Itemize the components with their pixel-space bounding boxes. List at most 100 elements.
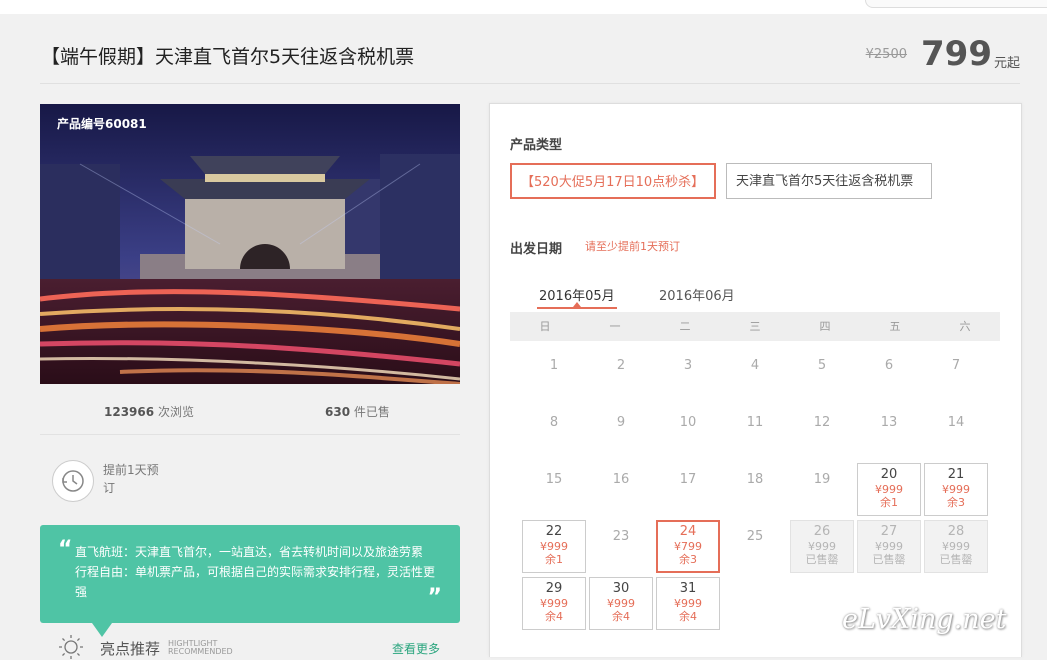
calendar-day: 12 bbox=[790, 406, 854, 459]
calendar-day: 25 bbox=[723, 520, 787, 573]
day-price: ¥999 bbox=[540, 540, 568, 553]
calendar-day[interactable]: 20 ¥999 余1 bbox=[857, 463, 921, 516]
quote-close-icon: ” bbox=[427, 585, 442, 610]
day-remaining: 余3 bbox=[947, 496, 965, 509]
see-more-link[interactable]: 查看更多 bbox=[392, 640, 440, 657]
day-number: 3 bbox=[683, 358, 693, 373]
weekday-wed: 三 bbox=[749, 320, 761, 333]
calendar-day: 8 bbox=[522, 406, 586, 459]
top-strip bbox=[0, 0, 1047, 14]
day-price: ¥999 bbox=[875, 483, 903, 496]
departure-date-label: 出发日期 bbox=[510, 242, 563, 257]
day-number: 20 bbox=[880, 467, 898, 482]
product-photo: 产品编号60081 bbox=[40, 104, 460, 384]
page-title: 【端午假期】天津直飞首尔5天往返含税机票 bbox=[41, 46, 415, 68]
divider bbox=[40, 434, 460, 435]
day-number: 2 bbox=[616, 358, 626, 373]
day-remaining: 余3 bbox=[679, 553, 697, 566]
day-price: ¥999 bbox=[674, 597, 702, 610]
search-pill[interactable] bbox=[865, 0, 1047, 8]
day-number: 29 bbox=[545, 581, 563, 596]
site-watermark: eLvXing.net bbox=[842, 604, 1007, 635]
day-number: 5 bbox=[817, 358, 827, 373]
day-remaining: 余4 bbox=[545, 610, 563, 623]
day-number: 14 bbox=[947, 415, 965, 430]
month-tab-june[interactable]: 2016年06月 bbox=[659, 285, 735, 304]
calendar-day: 3 bbox=[656, 349, 720, 402]
day-number: 9 bbox=[616, 415, 626, 430]
day-number: 1 bbox=[549, 358, 559, 373]
calendar-day[interactable]: 30 ¥999 余4 bbox=[589, 577, 653, 630]
day-remaining: 余4 bbox=[679, 610, 697, 623]
current-price: 799 bbox=[921, 34, 992, 74]
day-price: ¥999 bbox=[808, 540, 836, 553]
calendar-day: 15 bbox=[522, 463, 586, 516]
original-price: ¥2500 bbox=[865, 46, 907, 62]
day-price: ¥999 bbox=[540, 597, 568, 610]
calendar-day: 16 bbox=[589, 463, 653, 516]
calendar-day: 4 bbox=[723, 349, 787, 402]
day-number: 28 bbox=[947, 524, 965, 539]
day-number: 23 bbox=[612, 529, 630, 544]
day-number: 16 bbox=[612, 472, 630, 487]
weekday-sat: 六 bbox=[959, 320, 971, 333]
product-id: 产品编号60081 bbox=[57, 117, 147, 131]
calendar-day[interactable]: 24 ¥799 余3 bbox=[656, 520, 720, 573]
day-price: ¥999 bbox=[942, 540, 970, 553]
day-number: 7 bbox=[951, 358, 961, 373]
day-number: 8 bbox=[549, 415, 559, 430]
day-number: 15 bbox=[545, 472, 563, 487]
feature-note: “ 直飞航班：天津直飞首尔，一站直达，省去转机时间以及旅途劳累 行程自由：单机票… bbox=[40, 525, 460, 637]
weekday-header: 日 一 二 三 四 五 六 bbox=[510, 312, 1000, 341]
day-remaining: 已售罄 bbox=[805, 553, 839, 566]
calendar-day: 17 bbox=[656, 463, 720, 516]
weekday-mon: 一 bbox=[609, 320, 621, 333]
day-price: ¥999 bbox=[875, 540, 903, 553]
day-number: 26 bbox=[813, 524, 831, 539]
day-number: 31 bbox=[679, 581, 697, 596]
day-number: 30 bbox=[612, 581, 630, 596]
day-number: 21 bbox=[947, 467, 965, 482]
day-number: 10 bbox=[679, 415, 697, 430]
calendar-day[interactable]: 21 ¥999 余3 bbox=[924, 463, 988, 516]
product-type-label: 产品类型 bbox=[510, 138, 563, 153]
calendar-day: 19 bbox=[790, 463, 854, 516]
calendar-day: 13 bbox=[857, 406, 921, 459]
feature-text: 直飞航班：天津直飞首尔，一站直达，省去转机时间以及旅途劳累 行程自由：单机票产品… bbox=[75, 545, 436, 599]
calendar-day[interactable]: 29 ¥999 余4 bbox=[522, 577, 586, 630]
calendar-day: 7 bbox=[924, 349, 988, 402]
calendar-day: 5 bbox=[790, 349, 854, 402]
day-price: ¥999 bbox=[607, 597, 635, 610]
calendar-day[interactable]: 22 ¥999 余1 bbox=[522, 520, 586, 573]
day-number: 11 bbox=[746, 415, 764, 430]
product-option-ticket[interactable]: 天津直飞首尔5天往返含税机票 bbox=[726, 163, 932, 199]
calendar-day: 6 bbox=[857, 349, 921, 402]
day-number: 12 bbox=[813, 415, 831, 430]
sold-count: 630 件已售 bbox=[325, 405, 390, 419]
highlight-en: HIGHTLIGHT RECOMMENDED bbox=[168, 639, 233, 656]
day-number: 25 bbox=[746, 529, 764, 544]
booking-panel: 产品类型 【520大促5月17日10点秒杀】 天津直飞首尔5天往返含税机票 出发… bbox=[489, 103, 1022, 657]
gate-night-illustration bbox=[40, 104, 460, 384]
calendar-day: 27 ¥999 已售罄 bbox=[857, 520, 921, 573]
day-remaining: 已售罄 bbox=[872, 553, 906, 566]
divider bbox=[40, 83, 1020, 84]
calendar-day: 11 bbox=[723, 406, 787, 459]
day-number: 17 bbox=[679, 472, 697, 487]
departure-hint: 请至少提前1天预订 bbox=[585, 240, 680, 253]
day-number: 22 bbox=[545, 524, 563, 539]
calendar-day: 26 ¥999 已售罄 bbox=[790, 520, 854, 573]
calendar-day: 10 bbox=[656, 406, 720, 459]
product-option-promo[interactable]: 【520大促5月17日10点秒杀】 bbox=[510, 163, 716, 199]
active-month-indicator bbox=[537, 302, 617, 309]
day-remaining: 余4 bbox=[612, 610, 630, 623]
day-number: 18 bbox=[746, 472, 764, 487]
clock-icon bbox=[52, 460, 94, 502]
calendar-day: 2 bbox=[589, 349, 653, 402]
calendar-day: 28 ¥999 已售罄 bbox=[924, 520, 988, 573]
day-remaining: 余1 bbox=[545, 553, 563, 566]
weekday-tue: 二 bbox=[679, 320, 691, 333]
day-number: 24 bbox=[679, 524, 697, 539]
day-remaining: 已售罄 bbox=[939, 553, 973, 566]
calendar-day[interactable]: 31 ¥999 余4 bbox=[656, 577, 720, 630]
